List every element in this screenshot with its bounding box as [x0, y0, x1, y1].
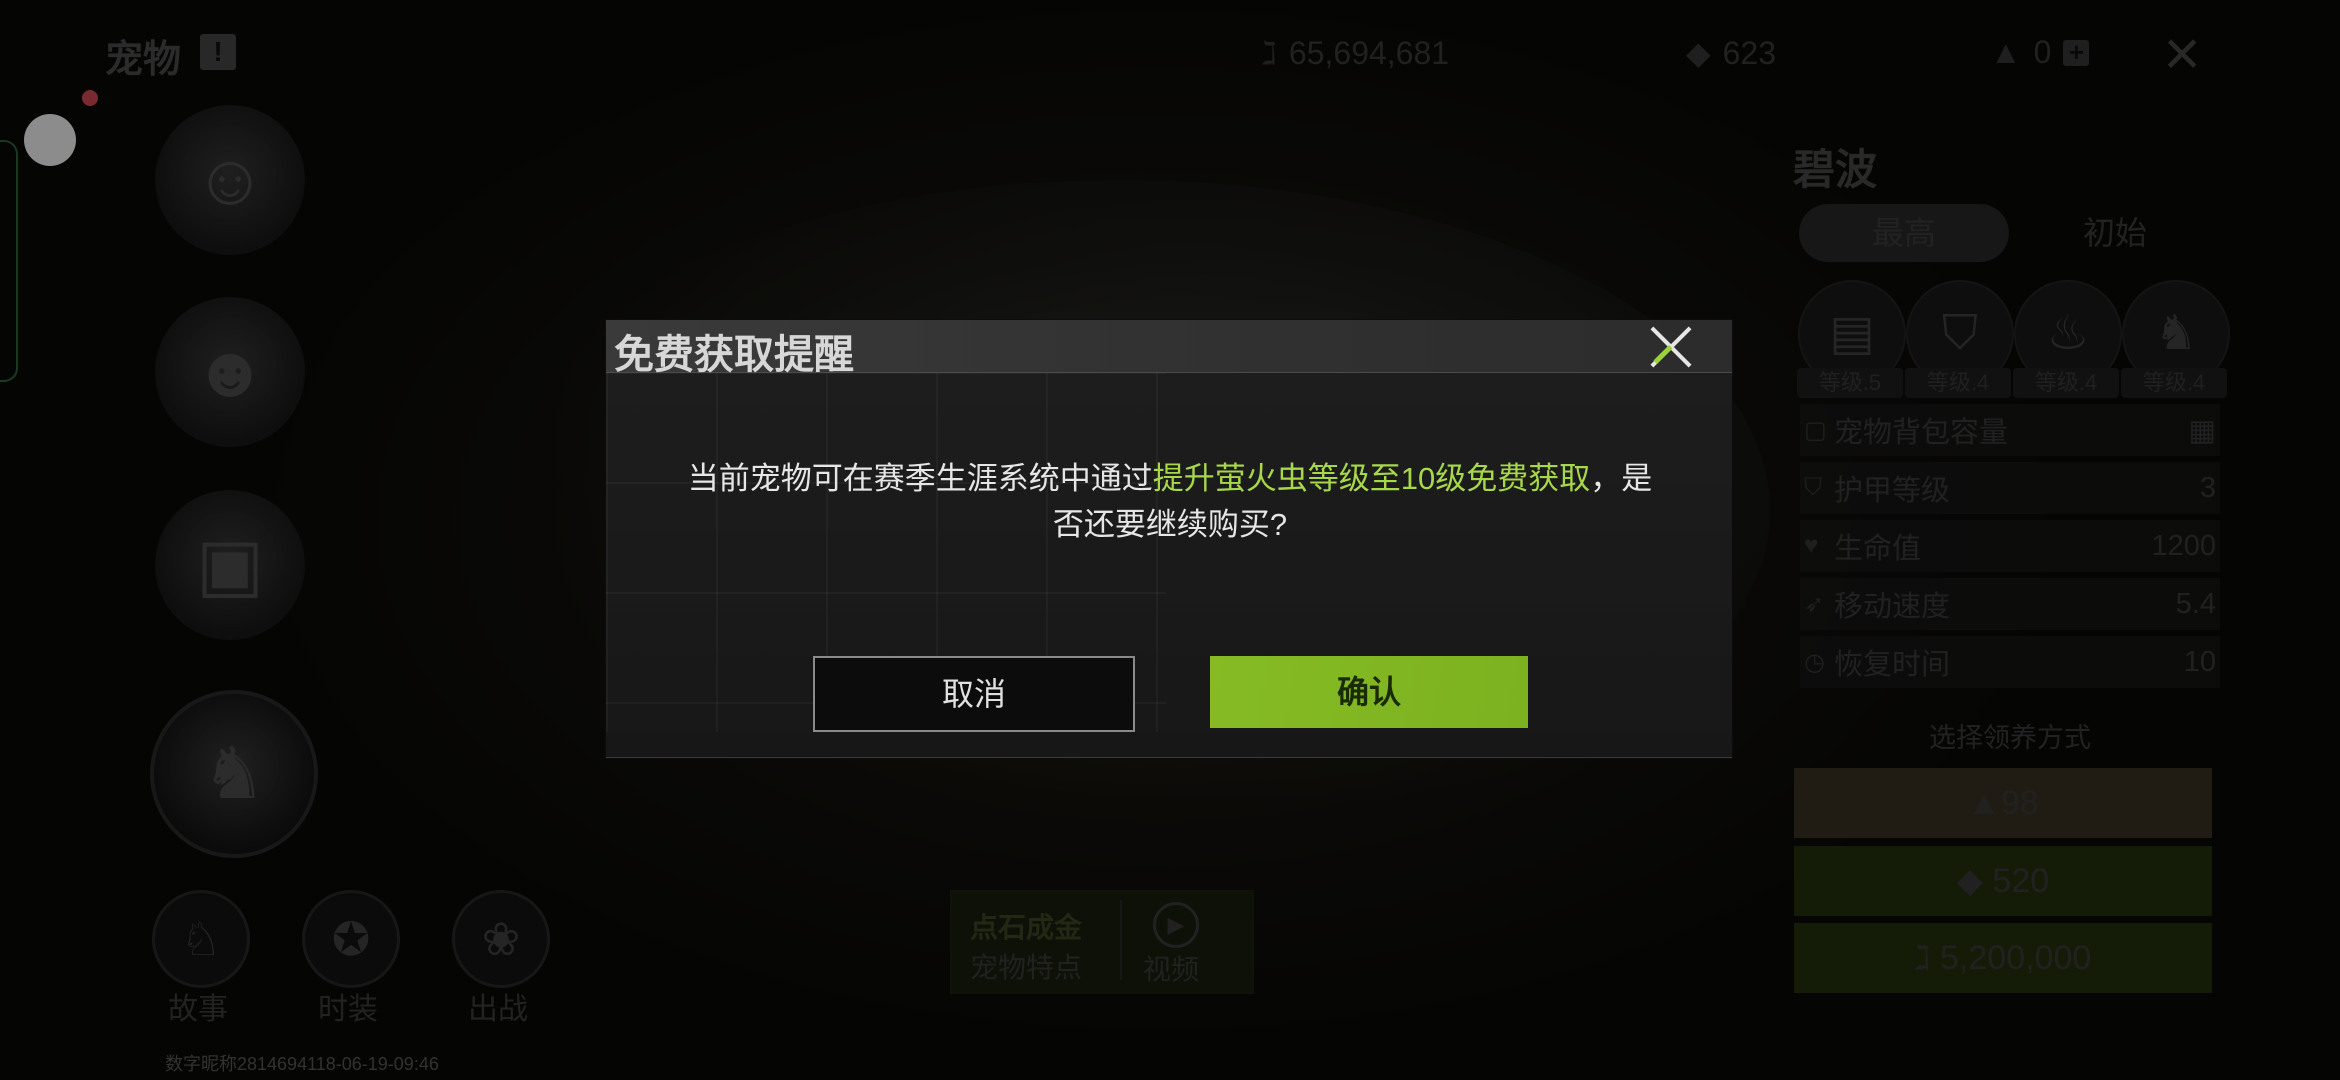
dialog-title: 免费获取提醒: [614, 333, 854, 377]
message-highlight: 提升萤火虫等级至10级免费获取: [1152, 461, 1591, 496]
cancel-button[interactable]: 取消: [813, 656, 1135, 732]
confirm-button[interactable]: 确认: [1210, 656, 1528, 728]
dialog-message: 当前宠物可在赛季生涯系统中通过提升萤火虫等级至10级免费获取，是否还要继续购买?: [680, 456, 1660, 548]
message-text: 当前宠物可在赛季生涯系统中通过: [687, 461, 1153, 496]
